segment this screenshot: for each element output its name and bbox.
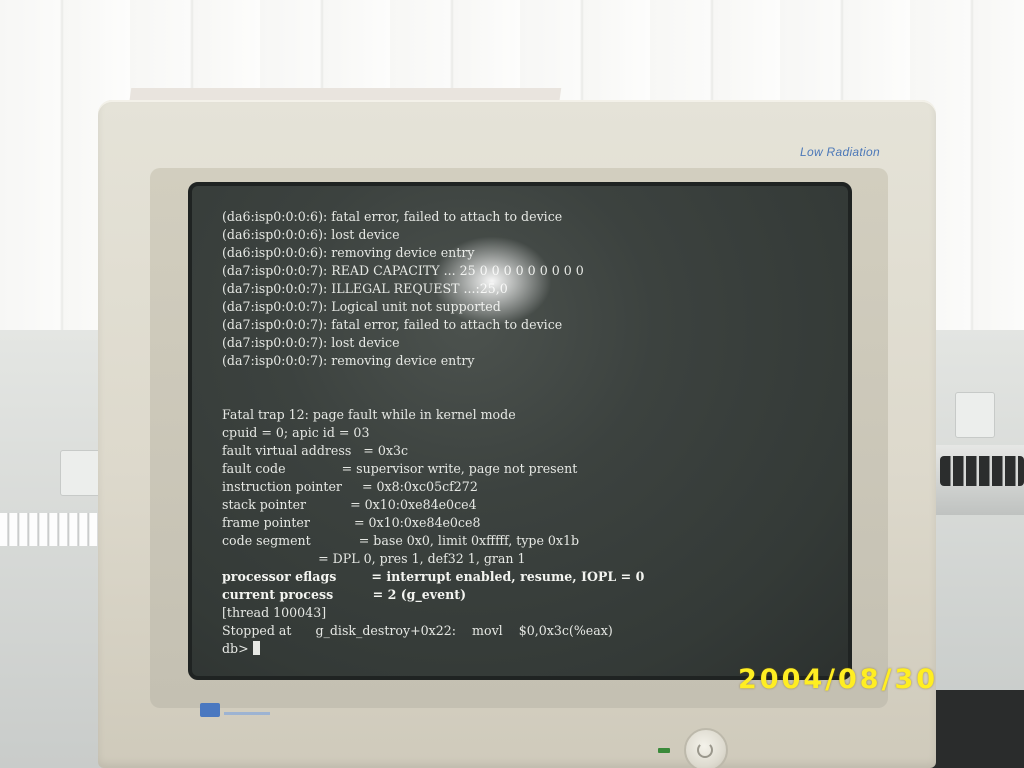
monitor-screen: (da6:isp0:0:0:6): fatal error, failed to… bbox=[188, 182, 852, 680]
console-line: current process = 2 (g_event) bbox=[222, 587, 467, 602]
console-line: (da6:isp0:0:0:6): lost device bbox=[222, 227, 400, 242]
debugger-prompt[interactable]: db> bbox=[222, 640, 842, 658]
power-led bbox=[658, 748, 670, 753]
console-line: stack pointer = 0x10:0xe84e0ce4 bbox=[222, 497, 477, 512]
console-line: (da7:isp0:0:0:7): removing device entry bbox=[222, 353, 475, 368]
console-line: instruction pointer = 0x8:0xc05cf272 bbox=[222, 479, 478, 494]
brand-logo-icon bbox=[200, 703, 220, 717]
date-stamp: 2004/08/30 bbox=[738, 664, 939, 695]
console-line: cpuid = 0; apic id = 03 bbox=[222, 425, 370, 440]
console-line: (da7:isp0:0:0:7): ILLEGAL REQUEST ...:25… bbox=[222, 281, 508, 296]
kernel-debugger-console: (da6:isp0:0:0:6): fatal error, failed to… bbox=[222, 208, 842, 658]
prompt-text: db> bbox=[222, 641, 249, 656]
wall-socket-right bbox=[955, 392, 995, 438]
console-line: (da6:isp0:0:0:6): fatal error, failed to… bbox=[222, 209, 563, 224]
console-line: (da7:isp0:0:0:7): fatal error, failed to… bbox=[222, 317, 563, 332]
console-line: Stopped at g_disk_destroy+0x22: movl $0,… bbox=[222, 623, 613, 638]
console-line: Fatal trap 12: page fault while in kerne… bbox=[222, 407, 516, 422]
console-line: (da7:isp0:0:0:7): Logical unit not suppo… bbox=[222, 299, 501, 314]
console-line: processor eflags = interrupt enabled, re… bbox=[222, 569, 645, 584]
monitor-label: Low Radiation bbox=[800, 145, 880, 159]
console-line: (da6:isp0:0:0:6): removing device entry bbox=[222, 245, 475, 260]
console-line: (da7:isp0:0:0:7): READ CAPACITY ... 25 0… bbox=[222, 263, 584, 278]
brand-logo-text bbox=[224, 712, 270, 715]
wall-left bbox=[0, 330, 110, 768]
console-line: [thread 100043] bbox=[222, 605, 327, 620]
keyboard-keys bbox=[940, 456, 1024, 486]
console-line: fault code = supervisor write, page not … bbox=[222, 461, 578, 476]
console-line: = DPL 0, pres 1, def32 1, gran 1 bbox=[222, 551, 526, 566]
console-line: (da7:isp0:0:0:7): lost device bbox=[222, 335, 400, 350]
console-line: code segment = base 0x0, limit 0xfffff, … bbox=[222, 533, 580, 548]
console-line: frame pointer = 0x10:0xe84e0ce8 bbox=[222, 515, 481, 530]
text-cursor bbox=[252, 641, 260, 655]
power-icon bbox=[697, 742, 713, 758]
console-line: fault virtual address = 0x3c bbox=[222, 443, 409, 458]
radiator bbox=[0, 510, 110, 546]
